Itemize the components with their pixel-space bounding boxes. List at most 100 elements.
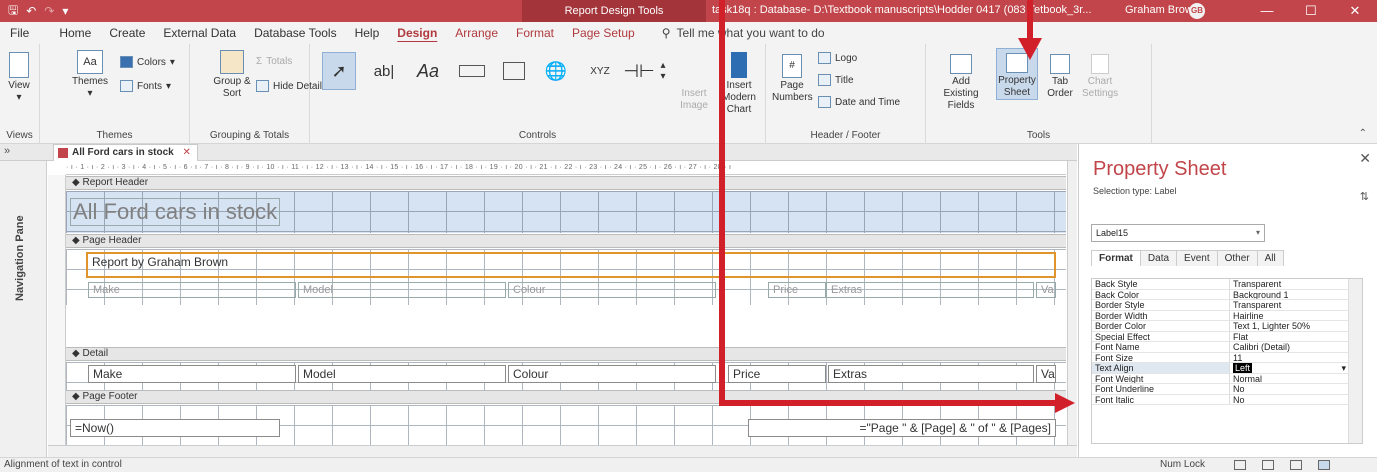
title-button[interactable]: Title	[818, 74, 854, 86]
property-value[interactable]: No	[1230, 395, 1348, 404]
logo-button[interactable]: Logo	[818, 52, 857, 64]
report-title-label[interactable]: All Ford cars in stock	[70, 198, 281, 226]
footer-date-field[interactable]: =Now()	[70, 419, 280, 437]
tab-page-setup[interactable]: Page Setup	[563, 26, 644, 40]
tab-help[interactable]: Help	[346, 26, 389, 40]
tab-design[interactable]: Design	[388, 26, 446, 40]
tab-data-props[interactable]: Data	[1139, 250, 1178, 266]
fonts-button[interactable]: Fonts ▾	[120, 80, 171, 92]
navigation-pane[interactable]: Navigation Pane	[0, 161, 47, 457]
undo-icon[interactable]: ↶	[26, 4, 36, 18]
field-extras[interactable]: Extras	[828, 365, 1034, 383]
property-row[interactable]: Back Color Background 1	[1092, 289, 1362, 300]
hyperlink-icon[interactable]: 🌐	[536, 52, 576, 90]
user-name[interactable]: Graham Brown	[1125, 4, 1199, 16]
sort-icon[interactable]: ⇅	[1360, 190, 1369, 203]
tab-other-props[interactable]: Other	[1216, 250, 1258, 266]
header-label-colour[interactable]: Colour	[508, 282, 716, 298]
property-value[interactable]: 11	[1230, 353, 1348, 362]
control-selector[interactable]: Label15 ▾	[1091, 224, 1265, 242]
themes-button[interactable]: Aa Themes ▾	[70, 50, 110, 100]
property-list-scrollbar[interactable]	[1348, 279, 1362, 443]
field-make[interactable]: Make	[88, 365, 296, 383]
date-time-button[interactable]: Date and Time	[818, 96, 900, 108]
tab-control-icon[interactable]	[496, 52, 532, 90]
design-horizontal-scrollbar[interactable]	[48, 445, 1077, 457]
expand-nav-pane-icon[interactable]: »	[4, 145, 10, 157]
section-report-header[interactable]: ◆ Report Header	[66, 176, 1066, 190]
property-row[interactable]: Special Effect Flat	[1092, 331, 1362, 342]
property-row[interactable]: Border Color Text 1, Lighter 50%	[1092, 321, 1362, 332]
property-value[interactable]: Background 1	[1230, 290, 1348, 299]
header-label-extras[interactable]: Extras	[826, 282, 1034, 298]
property-row-text-align[interactable]: Text Align Left ▾	[1092, 363, 1362, 374]
property-value[interactable]: Calibri (Detail)	[1230, 342, 1348, 351]
property-value[interactable]: Transparent	[1230, 300, 1348, 309]
insert-image-button[interactable]: Insert Image	[674, 88, 714, 112]
property-value[interactable]: Text 1, Lighter 50%	[1230, 321, 1348, 330]
avatar[interactable]: GB	[1189, 3, 1205, 19]
collapse-ribbon-icon[interactable]: ⌃	[1359, 128, 1367, 139]
totals-button[interactable]: Σ Totals	[256, 56, 292, 67]
page-break-icon[interactable]: ⊣⊢	[622, 52, 656, 90]
field-price[interactable]: Price	[728, 365, 826, 383]
tab-order-button[interactable]: Tab Order	[1042, 54, 1078, 100]
colors-button[interactable]: Colors ▾	[120, 56, 175, 68]
option-group-icon[interactable]: XYZ	[580, 52, 620, 90]
field-value[interactable]: Va	[1036, 365, 1056, 383]
design-view-icon[interactable]	[1318, 460, 1330, 470]
report-design-surface[interactable]: · ı · 1 · ı · 2 · ı · 3 · ı · 4 · ı · 5 …	[48, 161, 1077, 457]
footer-page-number-field[interactable]: ="Page " & [Page] & " of " & [Pages]	[748, 419, 1056, 437]
header-label-value[interactable]: Va	[1036, 282, 1056, 298]
section-detail[interactable]: ◆ Detail	[66, 347, 1066, 361]
tab-event-props[interactable]: Event	[1176, 250, 1218, 266]
save-icon[interactable]: 🖫	[8, 1, 18, 22]
property-value[interactable]: Normal	[1230, 374, 1348, 383]
textbox-control-icon[interactable]: ab|	[364, 52, 404, 90]
property-row[interactable]: Border Style Transparent	[1092, 300, 1362, 311]
header-label-model[interactable]: Model	[298, 282, 506, 298]
tab-format[interactable]: Format	[507, 26, 563, 40]
close-icon[interactable]: ✕	[1359, 150, 1371, 167]
minimize-button[interactable]: —	[1245, 0, 1289, 22]
select-pointer-icon[interactable]: ➚	[322, 52, 356, 90]
report-view-icon[interactable]	[1234, 460, 1246, 470]
property-row[interactable]: Font Underline No	[1092, 384, 1362, 395]
text-align-dropdown[interactable]: Left ▾	[1230, 363, 1348, 373]
close-button[interactable]: ✕	[1333, 0, 1377, 22]
property-row[interactable]: Border Width Hairline	[1092, 310, 1362, 321]
restore-button[interactable]: ☐	[1289, 0, 1333, 22]
tab-database-tools[interactable]: Database Tools	[245, 26, 346, 40]
property-row[interactable]: Font Italic No	[1092, 394, 1362, 405]
button-control-icon[interactable]	[452, 52, 492, 90]
field-model[interactable]: Model	[298, 365, 506, 383]
property-row[interactable]: Font Size 11	[1092, 352, 1362, 363]
controls-more-icon[interactable]: ▴ ▾	[656, 52, 670, 90]
tab-format-props[interactable]: Format	[1091, 250, 1141, 266]
header-label-price[interactable]: Price	[768, 282, 826, 298]
property-value[interactable]: No	[1230, 384, 1348, 393]
view-button[interactable]: View ▾	[4, 52, 34, 104]
layout-view-icon[interactable]	[1290, 460, 1302, 470]
document-tab[interactable]: All Ford cars in stock ✕	[53, 144, 198, 161]
property-value[interactable]: Flat	[1230, 332, 1348, 341]
print-preview-icon[interactable]	[1262, 460, 1274, 470]
add-existing-fields-button[interactable]: Add Existing Fields	[934, 54, 988, 112]
property-row[interactable]: Font Name Calibri (Detail)	[1092, 342, 1362, 353]
label-control-icon[interactable]: Aa	[408, 52, 448, 90]
tab-all-props[interactable]: All	[1256, 250, 1284, 266]
field-colour[interactable]: Colour	[508, 365, 716, 383]
tab-external-data[interactable]: External Data	[154, 26, 245, 40]
property-row[interactable]: Back Style Transparent	[1092, 279, 1362, 290]
section-page-header[interactable]: ◆ Page Header	[66, 234, 1066, 248]
property-value[interactable]: Hairline	[1230, 311, 1348, 320]
tab-create[interactable]: Create	[100, 26, 154, 40]
chart-settings-button[interactable]: Chart Settings	[1082, 54, 1118, 100]
tab-home[interactable]: Home	[50, 26, 100, 40]
tab-file[interactable]: File	[0, 26, 38, 40]
tab-arrange[interactable]: Arrange	[446, 26, 507, 40]
customize-quick-access-icon[interactable]: ▾	[62, 4, 68, 18]
tell-me-box[interactable]: ⚲ Tell me what you want to do	[662, 26, 825, 40]
page-header-text[interactable]: Report by Graham Brown	[88, 254, 258, 270]
header-label-make[interactable]: Make	[88, 282, 296, 298]
